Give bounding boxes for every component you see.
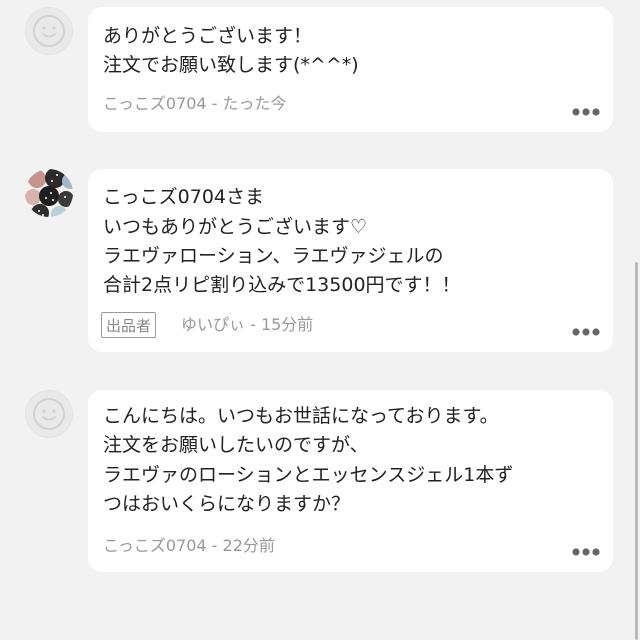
seller-avatar[interactable] xyxy=(25,169,73,217)
comment-bubble: ありがとうございます！ 注文でお願い致します(*^^*) こっこズ0704 - … xyxy=(88,7,613,132)
comment-text-line: こっこズ0704さま xyxy=(103,186,265,208)
smiley-face-icon xyxy=(33,398,65,430)
comment-meta: こっこズ0704 - 22分前 xyxy=(103,536,275,555)
buyer-avatar[interactable] xyxy=(25,390,73,438)
smiley-face-icon xyxy=(33,15,65,47)
more-horizontal-icon[interactable] xyxy=(571,326,601,338)
seller-badge: 出品者 xyxy=(101,312,157,338)
comment-text-line: こんにちは。いつもお世話になっております。 xyxy=(103,405,499,427)
more-horizontal-icon[interactable] xyxy=(571,106,601,118)
comment-text-line: つはおいくらになりますか？ xyxy=(103,493,351,515)
comment-bubble: こんにちは。いつもお世話になっております。 注文をお願いしたいのですが、 ラエヴ… xyxy=(88,390,613,572)
scrollbar[interactable] xyxy=(635,262,638,640)
more-horizontal-icon[interactable] xyxy=(571,546,601,558)
comment-meta: こっこズ0704 - たった今 xyxy=(103,94,287,113)
comment-thread: ありがとうございます！ 注文でお願い致します(*^^*) こっこズ0704 - … xyxy=(0,0,640,640)
comment-text-line: ラエヴァのローションとエッセンスジェル1本ず xyxy=(103,464,514,486)
comment-text-line: ありがとうございます！ xyxy=(103,25,313,47)
patterned-avatar-image xyxy=(25,169,73,217)
comment-text-line: 合計2点リピ割り込みで13500円です！！ xyxy=(103,274,461,296)
comment-meta: ゆいぴぃ - 15分前 xyxy=(181,315,314,334)
comment-text-line: 注文でお願い致します(*^^*) xyxy=(103,54,359,76)
comment-text-line: 注文をお願いしたいのですが、 xyxy=(103,434,369,456)
comment-text-line: いつもありがとうございます♡ xyxy=(103,216,368,238)
buyer-avatar[interactable] xyxy=(25,7,73,55)
comment-bubble-seller: こっこズ0704さま いつもありがとうございます♡ ラエヴァローション、ラエヴァ… xyxy=(88,169,613,352)
comment-text-line: ラエヴァローション、ラエヴァジェルの xyxy=(103,245,444,267)
